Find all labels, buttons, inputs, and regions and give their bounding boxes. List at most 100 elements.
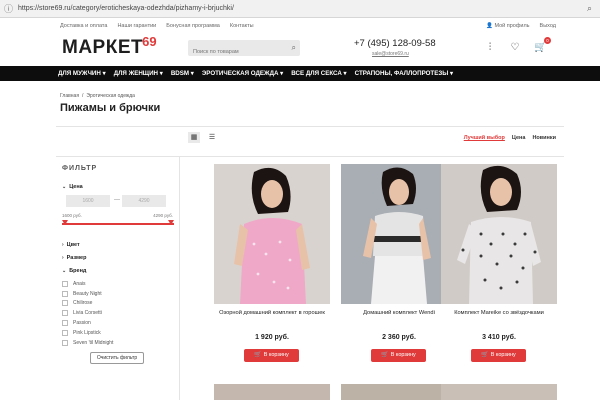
range-handle-max[interactable] (168, 220, 174, 225)
add-to-cart-label: В корзину (390, 352, 416, 358)
product-name[interactable]: Домашний комплект Wendi (341, 310, 457, 317)
product-image[interactable] (341, 384, 457, 400)
nav-all-for-sex[interactable]: ВСЕ ДЛЯ СЕКСА ▾ (291, 70, 346, 77)
add-to-cart-button[interactable]: 🛒 В корзину (244, 349, 299, 362)
price-to-input[interactable]: 4290 (122, 195, 166, 207)
nav-bdsm[interactable]: BDSM ▾ (171, 70, 194, 77)
profile-link[interactable]: 👤 Мой профиль (486, 23, 529, 29)
chevron-down-icon: ⌄ (62, 184, 67, 190)
cart-icon: 🛒 (381, 352, 389, 358)
filter-size-toggle[interactable]: › Размер (62, 255, 86, 261)
product-card[interactable]: Домашний комплект Wendi 2 360 руб. 🛒 В ко… (341, 164, 457, 362)
wishlist-icon[interactable]: ♡ (509, 42, 521, 54)
cart-icon[interactable]: 🛒 0 (534, 37, 551, 54)
cart-icon: 🛒 (481, 352, 489, 358)
checkbox[interactable] (62, 339, 68, 346)
product-card[interactable]: Комплект Mareike со звёздочками 3 410 ру… (441, 164, 557, 362)
add-to-cart-label: В корзину (490, 352, 516, 358)
nav-men[interactable]: ДЛЯ МУЖЧИН ▾ (58, 70, 106, 77)
logo-word: МАРКЕТ (62, 37, 144, 58)
filter-title: ФИЛЬТР (62, 165, 98, 172)
search-input[interactable] (188, 44, 283, 60)
brand-option[interactable]: Seven 'til Midnight (62, 338, 113, 348)
product-image[interactable] (341, 164, 457, 304)
breadcrumb-category[interactable]: Эротическая одежда (86, 93, 135, 99)
price-from-input[interactable]: 1600 (66, 195, 110, 207)
view-toggle: ▦ ☰ (188, 132, 218, 143)
brand-option[interactable]: Chilirose (62, 299, 113, 309)
product-card[interactable]: Озорной домашний комплект в горошек 1 92… (214, 164, 330, 362)
brand-option[interactable]: Pink Lipstick (62, 328, 113, 338)
brand-option[interactable]: Beauty Night (62, 289, 113, 299)
breadcrumb-separator: / (82, 93, 84, 99)
filter-size-label: Размер (66, 255, 87, 261)
price-range-slider[interactable] (62, 223, 174, 225)
brand-option[interactable]: Passion (62, 318, 113, 328)
link-guarantees[interactable]: Наши гарантии (117, 23, 156, 29)
product-image[interactable] (441, 384, 557, 400)
product-price: 1 920 руб. (255, 334, 289, 341)
chevron-down-icon: ⌄ (62, 268, 67, 274)
clear-filter-button[interactable]: Очистить фильтр (90, 352, 144, 364)
divider (56, 126, 564, 127)
checkbox[interactable] (62, 300, 68, 307)
link-contacts[interactable]: Контакты (230, 23, 254, 29)
checkbox[interactable] (62, 310, 68, 317)
product-price: 3 410 руб. (482, 334, 516, 341)
cart-count-badge: 0 (544, 37, 551, 44)
nav-erotic-clothing[interactable]: ЭРОТИЧЕСКАЯ ОДЕЖДА ▾ (202, 70, 283, 77)
add-to-cart-button[interactable]: 🛒 В корзину (371, 349, 426, 362)
user-icon: 👤 (486, 23, 493, 29)
brand-label: Beauty Night (73, 290, 102, 297)
list-view-icon[interactable]: ☰ (206, 132, 218, 143)
nav-strapons[interactable]: СТРАПОНЫ, ФАЛЛОПРОТЕЗЫ ▾ (355, 70, 453, 77)
checkbox[interactable] (62, 320, 68, 327)
link-delivery[interactable]: Доставка и оплата (60, 23, 107, 29)
price-range-min: 1600 руб. (62, 213, 82, 218)
sort-new[interactable]: Новинки (532, 135, 556, 141)
breadcrumb-home[interactable]: Главная (60, 93, 79, 99)
checkbox[interactable] (62, 329, 68, 336)
page-info-icon[interactable]: ⓘ (4, 4, 14, 14)
logo-number: 69 (142, 34, 157, 49)
sort-price[interactable]: Цена (512, 135, 526, 141)
filter-brand-toggle[interactable]: ⌄ Бренд (62, 268, 86, 274)
checkbox[interactable] (62, 280, 68, 287)
grid-view-icon[interactable]: ▦ (188, 132, 200, 143)
product-image[interactable] (214, 164, 330, 304)
filter-color-label: Цвет (66, 242, 80, 248)
sort-best[interactable]: Лучший выбор (464, 135, 505, 141)
product-photo-model (341, 164, 457, 304)
brand-option[interactable]: Anais (62, 279, 113, 289)
top-links: Доставка и оплата Наши гарантии Бонусная… (60, 20, 254, 32)
product-name[interactable]: Комплект Mareike со звёздочками (441, 310, 557, 317)
filter-price-toggle[interactable]: ⌄ Цена (62, 184, 83, 190)
filter-color-toggle[interactable]: › Цвет (62, 242, 80, 248)
chevron-right-icon: › (62, 242, 64, 248)
brand-list: Anais Beauty Night Chilirose Livia Corse… (62, 279, 113, 348)
link-bonus[interactable]: Бонусная программа (166, 23, 220, 29)
address-url[interactable]: https://store69.ru/category/eroticheskay… (18, 5, 234, 12)
nav-women[interactable]: ДЛЯ ЖЕНЩИН ▾ (114, 70, 163, 77)
breadcrumb: Главная / Эротическая одежда (60, 93, 135, 99)
browser-search-icon[interactable]: ⌕ (587, 3, 592, 14)
product-image[interactable] (441, 164, 557, 304)
site-logo[interactable]: МАРКЕТ 69 (62, 34, 157, 60)
compare-icon[interactable]: ⫶ (484, 42, 496, 54)
brand-label: Livia Corsetti (73, 310, 102, 317)
product-image[interactable] (214, 384, 330, 400)
checkbox[interactable] (62, 290, 68, 297)
logout-link[interactable]: Выход (540, 23, 556, 29)
product-name[interactable]: Озорной домашний комплект в горошек (214, 310, 330, 317)
filter-price-label: Цена (69, 184, 83, 190)
product-photo-model (214, 164, 330, 304)
price-range-max: 4290 руб. (153, 213, 173, 218)
range-handle-min[interactable] (62, 220, 68, 225)
browser-address-bar[interactable]: ⓘ https://store69.ru/category/erotichesk… (0, 0, 600, 18)
add-to-cart-label: В корзину (263, 352, 289, 358)
brand-option[interactable]: Livia Corsetti (62, 308, 113, 318)
search-icon[interactable]: ⌕ (292, 43, 296, 53)
email-link[interactable]: sale@store69.ru (372, 51, 409, 57)
price-dash: — (114, 197, 120, 203)
add-to-cart-button[interactable]: 🛒 В корзину (471, 349, 526, 362)
